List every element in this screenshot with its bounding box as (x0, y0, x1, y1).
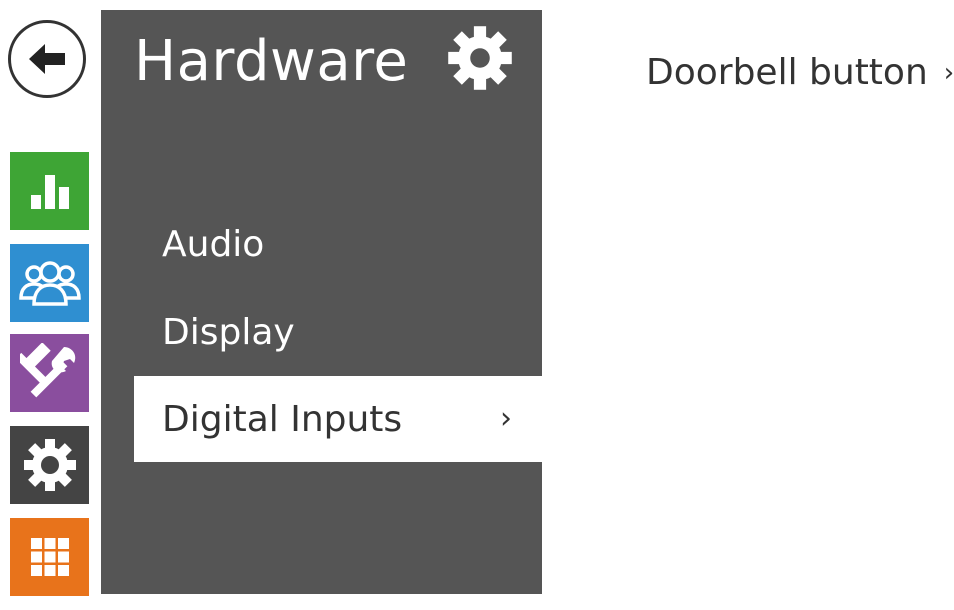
rail-tile-directory[interactable] (10, 244, 89, 322)
tools-icon (19, 343, 75, 398)
users-icon (18, 261, 81, 306)
menu-item-label: Audio (162, 223, 265, 265)
chevron-right-icon: › (943, 57, 954, 88)
content-link-label: Doorbell button (646, 52, 928, 93)
rail-tile-services[interactable] (10, 518, 89, 596)
chevron-right-icon: › (500, 400, 512, 436)
arrow-left-icon (29, 44, 65, 74)
gear-icon (23, 439, 76, 491)
doorbell-button-link[interactable]: Doorbell button › (646, 52, 954, 93)
bar-chart-icon (30, 175, 69, 209)
menu-item-label: Digital Inputs (162, 398, 403, 440)
menu-item-digital-inputs[interactable]: Digital Inputs › (134, 376, 542, 462)
rail-tile-status[interactable] (10, 152, 89, 230)
menu-item-audio[interactable]: Audio (101, 200, 542, 288)
rail-tile-hardware[interactable] (10, 334, 89, 412)
back-button[interactable] (8, 20, 86, 98)
gear-icon (448, 26, 512, 90)
panel-settings-button[interactable] (447, 25, 513, 95)
module-rail (10, 152, 89, 610)
menu-item-label: Display (162, 311, 295, 353)
rail-tile-system[interactable] (10, 426, 89, 504)
page-title: Hardware (134, 29, 409, 94)
grid-icon (30, 538, 69, 576)
menu-item-display[interactable]: Display (101, 288, 542, 376)
hardware-menu: Audio Display Digital Inputs › (101, 200, 542, 462)
hardware-menu-panel: Hardware Audio Display Digital Inputs › (101, 10, 542, 594)
